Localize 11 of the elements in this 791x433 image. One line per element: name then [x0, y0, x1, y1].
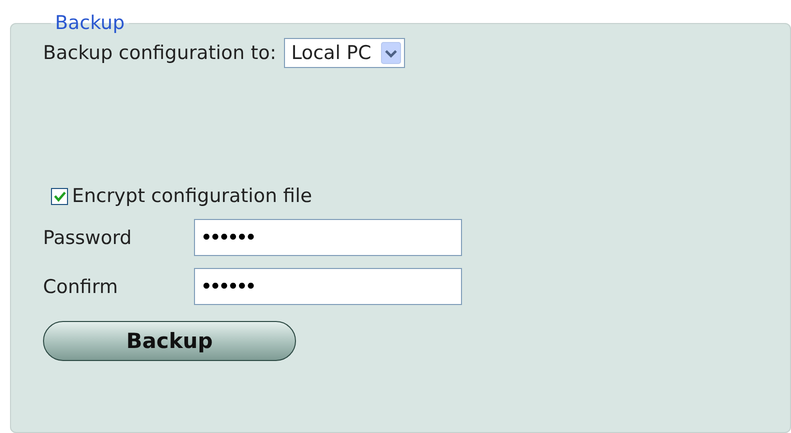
password-field[interactable]: •••••• [194, 219, 462, 256]
encrypt-label: Encrypt configuration file [72, 185, 312, 207]
password-field[interactable]: •••••• [194, 268, 462, 305]
destination-dropdown[interactable]: Local PC [284, 38, 406, 68]
destination-label: Backup configuration to: [43, 42, 276, 64]
field-label: Password [43, 226, 133, 248]
section-title: Backup [54, 12, 126, 34]
field-label: Confirm [43, 276, 119, 298]
backup-button[interactable]: Backup [43, 321, 296, 361]
caret-icon [381, 42, 402, 64]
encrypt-checkbox[interactable] [51, 188, 68, 204]
